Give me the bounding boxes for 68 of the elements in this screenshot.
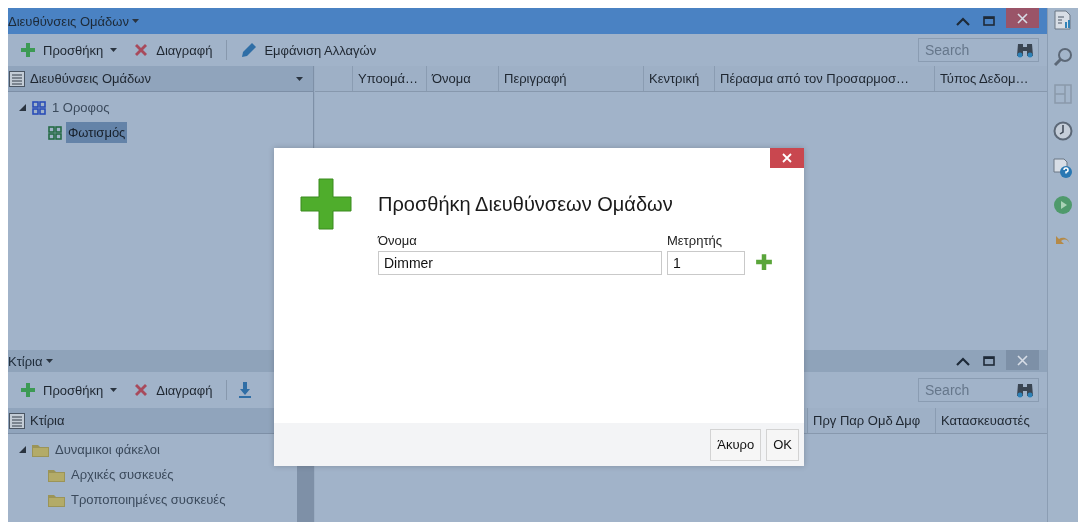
delete-button[interactable]: Διαγραφή [127,40,219,60]
edit-button[interactable]: Εμφάνιση Αλλαγών [235,40,383,60]
ok-button[interactable]: OK [766,428,799,461]
tree-item[interactable]: Τροποποιημένες συσκευές [69,489,228,510]
column-header[interactable]: Υποομά… [352,66,426,91]
close-button[interactable] [1006,8,1039,28]
clock-icon[interactable] [1053,121,1073,141]
close-icon [1017,354,1028,366]
close-icon [1017,12,1028,24]
folder-icon [48,467,65,482]
panel-title[interactable]: Κτίρια [8,353,53,369]
caret-icon [110,388,118,392]
delete-icon [133,382,150,398]
pencil-icon [241,42,258,58]
binoculars-icon[interactable] [1016,382,1034,398]
cancel-button[interactable]: Άκυρο [710,428,762,461]
name-input[interactable]: Dimmer [378,251,662,275]
add-button[interactable]: Προσθήκη [14,40,124,60]
folder-icon [32,442,49,457]
list-icon [9,70,25,87]
grid-icon [48,125,62,140]
chevron-up-icon [956,356,970,366]
expanded-arrow-icon[interactable] [18,446,26,453]
tree-header-title: Κτίρια [30,413,66,428]
add-button[interactable]: Προσθήκη [14,380,124,400]
delete-icon [133,42,150,58]
caret-icon [110,48,118,52]
folder-icon [48,492,65,507]
column-header[interactable]: Όνομα [426,66,498,91]
dialog-title: Προσθήκη Διευθύνσεων Ομάδων [378,193,674,216]
column-header[interactable]: Κεντρική [643,66,714,91]
expanded-arrow-icon[interactable] [18,104,26,111]
search-icon[interactable] [1053,47,1073,67]
caret-icon [296,76,303,81]
tree-item[interactable]: Δυναμικοι φάκελοι [53,439,162,460]
play-icon[interactable] [1053,195,1073,215]
counter-input[interactable]: 1 [667,251,745,275]
binoculars-icon[interactable] [1016,42,1034,58]
maximize-icon [983,356,995,366]
panel-title[interactable]: Διευθύνσεις Ομάδων [8,13,139,29]
plus-icon [20,382,36,398]
tree-item[interactable]: 1 Οροφος [50,97,112,118]
plus-icon [20,42,36,58]
plus-icon [755,253,773,271]
chevron-up-icon [956,16,970,26]
close-button[interactable] [770,148,804,168]
tree-item[interactable]: Αρχικές συσκευές [69,464,176,485]
search-field[interactable]: Search [918,38,1039,62]
download-icon [239,382,252,398]
report-icon[interactable] [1054,10,1072,30]
column-header[interactable]: Πργ Παρ Ομδ Δμφ [807,408,935,433]
caret-icon [131,19,139,23]
close-icon [782,153,792,163]
caret-icon [45,359,53,363]
maximize-icon [983,16,995,26]
column-header[interactable]: Τύπος Δεδομ… [934,66,1044,91]
help-document-icon[interactable] [1053,158,1073,178]
search-field[interactable]: Search [918,378,1039,402]
column-header[interactable]: Πέρασμα από τον Προσαρμοσ… [714,66,934,91]
plus-icon [300,178,352,230]
tree-header-title: Διευθύνσεις Ομάδων [30,71,152,86]
column-header[interactable]: Περιγραφή [498,66,643,91]
grid-icon [32,100,46,115]
list-icon [9,412,25,429]
field-label: Μετρητής [667,233,723,248]
delete-button[interactable]: Διαγραφή [127,380,219,400]
field-label: Όνομα [378,233,418,248]
tree-item[interactable]: Φωτισμός [66,122,128,143]
